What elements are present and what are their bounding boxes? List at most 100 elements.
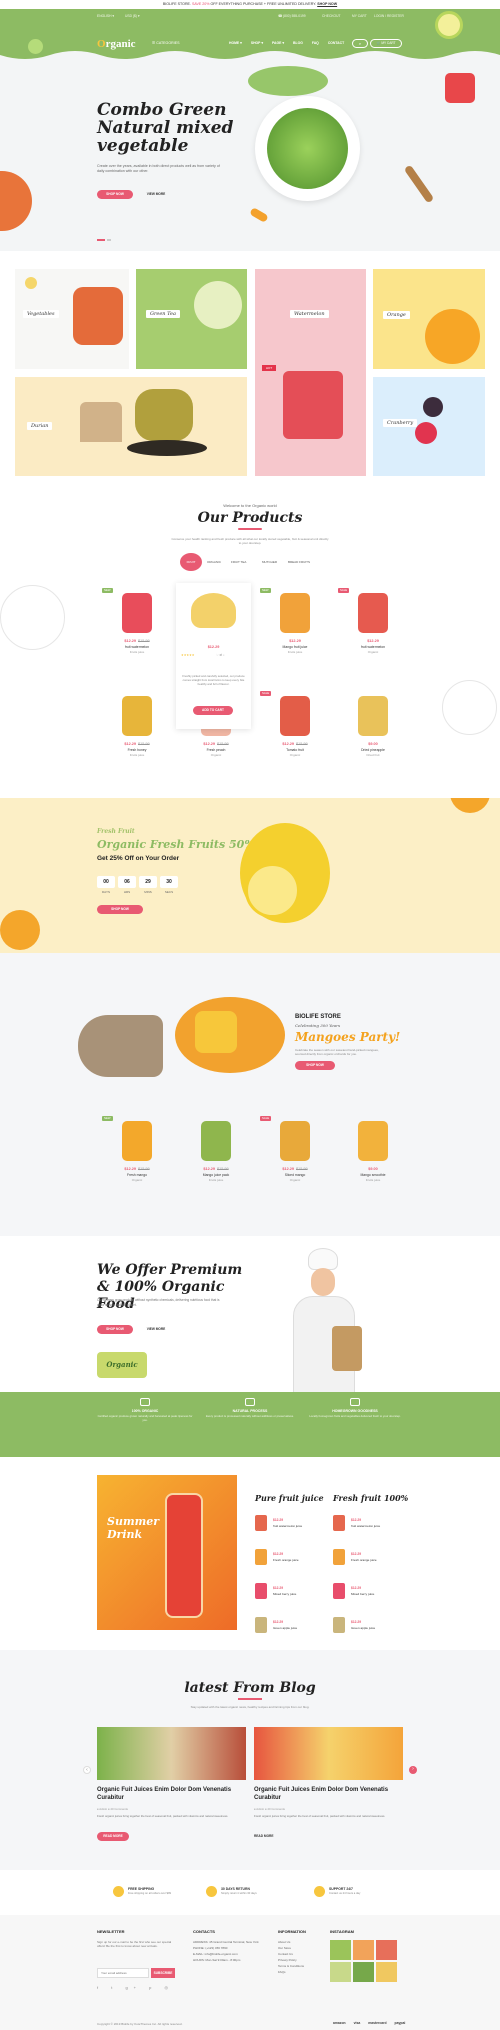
juice-name[interactable]: Green apple juice bbox=[351, 1626, 375, 1630]
slider-dot[interactable] bbox=[107, 239, 111, 241]
my-cart-link[interactable]: MY CART bbox=[352, 14, 367, 18]
social-icons[interactable]: f t g+ p ◎ bbox=[97, 1985, 174, 1990]
tab-fruit-tea[interactable]: FRUIT TEA bbox=[231, 560, 246, 564]
login-link[interactable]: LOGIN / REGISTER bbox=[374, 14, 404, 18]
premium-view-more-button[interactable]: VIEW MORE bbox=[140, 1325, 172, 1334]
product-name[interactable]: Mango smoothie bbox=[333, 1173, 413, 1177]
blog-next-arrow[interactable]: › bbox=[409, 1766, 417, 1774]
category-tile-cranberry[interactable]: Cranberry bbox=[373, 377, 485, 476]
product-card[interactable]: $12.29 $15.99 Fresh honey Fruits juice bbox=[97, 688, 177, 768]
countdown-label: HRS bbox=[123, 890, 131, 894]
product-name[interactable]: Mango juice pack bbox=[176, 1173, 256, 1177]
blog-post-card[interactable]: Organic Fuit Juices Enim Dolor Dom Venen… bbox=[97, 1727, 246, 1857]
blog-post-title[interactable]: Organic Fuit Juices Enim Dolor Dom Venen… bbox=[97, 1787, 246, 1802]
promo-shop-button[interactable]: SHOP NOW bbox=[97, 905, 143, 914]
product-card[interactable]: $9.00 Mango smoothie Fruits juice bbox=[333, 1113, 413, 1193]
instagram-photo[interactable] bbox=[353, 1940, 374, 1960]
product-name[interactable]: Fresh peach bbox=[176, 748, 256, 752]
mango-description: Celebrate the season with our sweetest h… bbox=[295, 1048, 379, 1056]
footer-link[interactable]: FAQs bbox=[278, 1969, 286, 1975]
chili-pepper-image bbox=[249, 207, 269, 223]
hero-shop-button[interactable]: SHOP NOW bbox=[97, 190, 133, 199]
instagram-photo[interactable] bbox=[353, 1962, 374, 1982]
blackberry-image bbox=[423, 397, 443, 417]
juice-name[interactable]: Mixed berry juice bbox=[273, 1592, 296, 1596]
product-price: $12.29 bbox=[333, 639, 413, 643]
nav-blog[interactable]: BLOG bbox=[293, 41, 303, 45]
categories-menu[interactable]: ☰ CATEGORIES bbox=[152, 41, 180, 45]
topbar-shop-link[interactable]: SHOP NOW bbox=[317, 2, 337, 6]
nav-page[interactable]: PAGE ▾ bbox=[272, 41, 284, 45]
mango-shop-button[interactable]: SHOP NOW bbox=[295, 1061, 335, 1070]
tab-organic[interactable]: ORGANIC bbox=[207, 560, 221, 564]
product-card[interactable]: NEW $12.29 Mango fruit juice Fruits juice bbox=[255, 585, 335, 665]
wishlist-icon[interactable]: ♡ ⇄ ⌕ bbox=[216, 653, 225, 657]
tile-label: Vegetables bbox=[23, 310, 59, 318]
product-name[interactable]: Dried pineapple bbox=[333, 748, 413, 752]
blog-post-card[interactable]: Organic Fuit Juices Enim Dolor Dom Venen… bbox=[254, 1727, 403, 1857]
nav-shop[interactable]: SHOP ▾ bbox=[251, 41, 263, 45]
mango-section: BIOLIFE STORE Celebrating 300 Years Mang… bbox=[0, 953, 500, 1236]
tab-mutcher[interactable]: MUTCHER bbox=[262, 560, 277, 564]
newsletter-email-input[interactable] bbox=[97, 1968, 149, 1978]
product-card[interactable]: NEW $12.29 $15.99 fruit watermelon Fruits ju… bbox=[97, 585, 177, 665]
product-name[interactable]: Mango fruit juice bbox=[255, 645, 335, 649]
product-name[interactable]: fruit watermelon bbox=[333, 645, 413, 649]
featured-product-card[interactable]: $12.29 ★★★★★ ♡ ⇄ ⌕ Freshly picked and ca… bbox=[176, 583, 251, 729]
green-tea-cup-image bbox=[194, 281, 242, 329]
blog-prev-arrow[interactable]: ‹ bbox=[83, 1766, 91, 1774]
subscribe-button[interactable]: SUBSCRIBE bbox=[151, 1968, 175, 1978]
rating-stars: ★★★★★ bbox=[181, 653, 195, 657]
lemon-half-image bbox=[245, 863, 300, 918]
product-card[interactable]: SALE $12.29 fruit watermelon Organic bbox=[333, 585, 413, 665]
product-card[interactable]: SALE $12.29 $15.99 Tomato fruit Organic bbox=[255, 688, 335, 768]
category-tile-green-tea[interactable]: Green Tea bbox=[136, 269, 247, 369]
instagram-photo[interactable] bbox=[330, 1940, 351, 1960]
product-badge: NEW bbox=[102, 588, 113, 593]
instagram-photo[interactable] bbox=[376, 1962, 397, 1982]
product-card[interactable]: NEW $12.29 $15.99 Fresh mango Organic bbox=[97, 1113, 177, 1193]
instagram-photo[interactable] bbox=[376, 1940, 397, 1960]
juice-name[interactable]: Mixed berry juice bbox=[351, 1592, 374, 1596]
search-button[interactable]: ⌕ bbox=[352, 39, 368, 48]
countdown-seconds: 30 bbox=[160, 876, 178, 888]
product-card[interactable]: $9.00 Dried pineapple Dried fruit bbox=[333, 688, 413, 768]
read-more-button[interactable]: READ MORE bbox=[254, 1832, 286, 1841]
hero-view-more-button[interactable]: VIEW MORE bbox=[140, 190, 172, 199]
wooden-spoon-image bbox=[403, 164, 435, 204]
juice-name[interactable]: fruit watermelon juice bbox=[273, 1524, 302, 1528]
blog-post-title[interactable]: Organic Fuit Juices Enim Dolor Dom Venen… bbox=[254, 1787, 403, 1802]
service-description: Contact us 24 hours a day bbox=[329, 1892, 361, 1895]
product-name[interactable]: Tomato fruit bbox=[255, 748, 335, 752]
product-card[interactable]: $12.29 $15.99 Mango juice pack Fruits juice bbox=[176, 1113, 256, 1193]
language-select[interactable]: ENGLISH ▾ bbox=[97, 14, 114, 18]
category-tile-watermelon[interactable]: HOT Watermelon bbox=[255, 269, 366, 476]
tab-fruit[interactable]: FRUIT bbox=[180, 553, 202, 571]
category-tile-vegetables[interactable]: Vegetables bbox=[15, 269, 129, 369]
currency-select[interactable]: USD ($) ▾ bbox=[125, 14, 139, 18]
nav-home[interactable]: HOME ▾ bbox=[229, 41, 242, 45]
product-card[interactable]: SALE $12.29 $15.99 Sliced mango Organic bbox=[255, 1113, 335, 1193]
product-name[interactable]: fruit watermelon bbox=[97, 645, 177, 649]
add-to-cart-button[interactable]: ADD TO CART bbox=[193, 706, 233, 715]
juice-name[interactable]: fruit watermelon juice bbox=[351, 1524, 380, 1528]
instagram-photo[interactable] bbox=[330, 1962, 351, 1982]
summer-drink-banner[interactable]: Summer Drink bbox=[97, 1475, 237, 1630]
juice-name[interactable]: Fresh orange juice bbox=[273, 1558, 299, 1562]
nav-contact[interactable]: CONTACT bbox=[328, 41, 344, 45]
product-name[interactable]: Sliced mango bbox=[255, 1173, 335, 1177]
nav-faq[interactable]: FAQ bbox=[312, 41, 319, 45]
juice-name[interactable]: Fresh orange juice bbox=[351, 1558, 377, 1562]
tab-bread-fruits[interactable]: BREAD FRUITS bbox=[288, 560, 310, 564]
slider-dot-active[interactable] bbox=[97, 239, 105, 241]
category-tile-orange[interactable]: Orange bbox=[373, 269, 485, 369]
premium-shop-button[interactable]: SHOP NOW bbox=[97, 1325, 133, 1334]
cart-button[interactable]: 🛒 MY CART bbox=[370, 39, 402, 48]
product-name[interactable]: Fresh mango bbox=[97, 1173, 177, 1177]
product-name[interactable]: Fresh honey bbox=[97, 748, 177, 752]
checkout-link[interactable]: CHECKOUT bbox=[322, 14, 341, 18]
read-more-button[interactable]: READ MORE bbox=[97, 1832, 129, 1841]
juice-name[interactable]: Green apple juice bbox=[273, 1626, 297, 1630]
category-tile-durian[interactable]: Durian bbox=[15, 377, 247, 476]
product-image bbox=[358, 593, 388, 633]
